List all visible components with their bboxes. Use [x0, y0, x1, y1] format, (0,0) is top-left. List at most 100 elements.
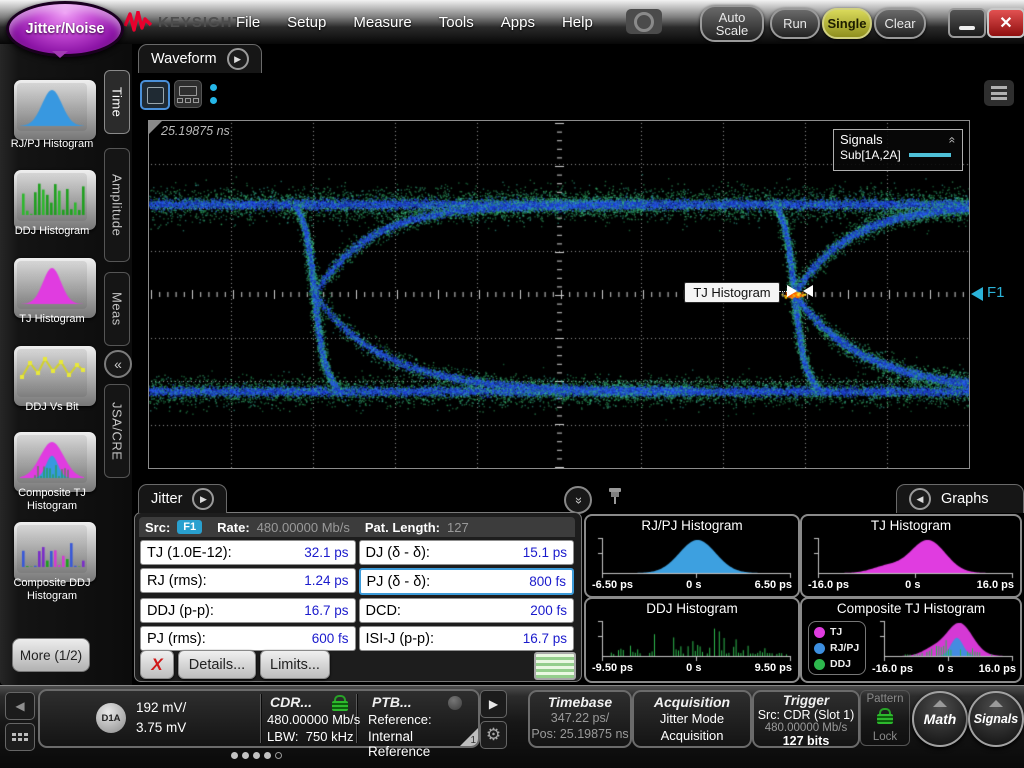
tab-time[interactable]: Time [104, 70, 130, 134]
jitter-play-icon[interactable]: ▶ [192, 488, 214, 510]
graph-tj-histogram[interactable]: TJ Histogram -16.0 ps0 s16.0 ps [800, 514, 1022, 598]
measurement-cell-dcd[interactable]: DCD:200 fs [359, 598, 575, 623]
rate-label: Rate: [217, 520, 250, 535]
tab-meas[interactable]: Meas [104, 272, 130, 346]
keysight-spark-icon [124, 11, 152, 33]
sidebar-item-ddj-vs-bit[interactable] [14, 346, 96, 406]
composite-tj-histogram-icon [17, 435, 87, 483]
measurement-cell-rj[interactable]: RJ (rms):1.24 ps [140, 568, 356, 593]
eye-diagram-canvas[interactable] [149, 121, 969, 468]
measurement-cell-isij[interactable]: ISI-J (p-p):16.7 ps [359, 626, 575, 651]
brand-logo: KEYSIGHT [124, 0, 243, 44]
measurement-cell-pj-dd[interactable]: PJ (δ - δ):800 fs [359, 568, 575, 595]
channel-d1a-badge[interactable]: D1A [96, 703, 126, 733]
eye-diagram-plot[interactable]: 25.19875 ns Signals « Sub[1A,2A] TJ Hist… [148, 120, 970, 469]
tab-jitter[interactable]: Jitter ▶ [138, 484, 227, 513]
view-options-dot-icon[interactable] [210, 97, 217, 104]
graph-axis-labels: -16.0 ps0 s16.0 ps [808, 579, 1014, 591]
f1-marker-icon[interactable] [971, 287, 983, 301]
sidebar-collapse-icon[interactable]: « [104, 350, 132, 378]
minimize-button[interactable] [948, 8, 986, 38]
waveform-play-icon[interactable]: ▶ [227, 48, 249, 70]
tab-jsa-cre[interactable]: JSA/CRE [104, 384, 130, 478]
measurement-cell-tj[interactable]: TJ (1.0E-12):32.1 ps [140, 540, 356, 565]
run-button[interactable]: Run [770, 8, 820, 39]
graph-title: DDJ Histogram [586, 601, 798, 616]
channel-scale[interactable]: 192 mV/ [136, 700, 186, 715]
app-mode-dropdown-icon[interactable] [52, 51, 68, 58]
sidebar-item-label: TJ Histogram [0, 313, 104, 326]
math-button[interactable]: Math [912, 691, 968, 747]
panel-page-dots[interactable] [231, 752, 282, 759]
measurement-cell-ddj[interactable]: DDJ (p-p):16.7 ps [140, 598, 356, 623]
tab-amplitude[interactable]: Amplitude [104, 148, 130, 262]
signals-button[interactable]: Signals [968, 691, 1024, 747]
menu-measure[interactable]: Measure [353, 14, 411, 31]
panel-grid-button[interactable] [5, 723, 35, 751]
timebase-scale: 347.22 ps/ [530, 711, 630, 725]
close-measurement-button[interactable]: X [140, 650, 174, 679]
app-mode-button[interactable]: Jitter/Noise [6, 1, 124, 57]
tj-histogram-marker-label[interactable]: TJ Histogram [684, 282, 780, 303]
ddj-histogram-icon [17, 173, 87, 221]
jitter-source-row: Src: F1 Rate: 480.00000 Mb/s Pat. Length… [139, 517, 575, 537]
menu-help[interactable]: Help [562, 14, 593, 31]
limits-button[interactable]: Limits... [260, 650, 330, 679]
single-button[interactable]: Single [822, 8, 872, 39]
graphs-play-icon[interactable]: ◀ [909, 488, 931, 510]
details-button[interactable]: Details... [178, 650, 256, 679]
sidebar-item-composite-ddj-histogram[interactable] [14, 522, 96, 582]
timebase-panel[interactable]: Timebase 347.22 ps/ Pos: 25.19875 ns [528, 690, 632, 748]
camera-icon[interactable] [626, 9, 662, 34]
cdr-lbw: LBW: 750 kHz [267, 729, 354, 744]
measurement-cell-pj-rms[interactable]: PJ (rms):600 fs [140, 626, 356, 651]
clear-button[interactable]: Clear [874, 8, 926, 39]
acquisition-panel[interactable]: Acquisition Jitter Mode Acquisition [632, 690, 752, 748]
close-button[interactable]: ✕ [987, 8, 1024, 38]
menu-setup[interactable]: Setup [287, 14, 326, 31]
menu-file[interactable]: File [236, 14, 260, 31]
sidebar-item-rjpj-histogram[interactable] [14, 80, 96, 140]
inactive-page-dot [275, 752, 282, 759]
pin-icon[interactable] [608, 488, 622, 504]
signals-legend-box[interactable]: Signals « Sub[1A,2A] [833, 129, 963, 171]
tj-histogram-icon [17, 261, 87, 309]
trigger-panel[interactable]: Trigger Src: CDR (Slot 1) 480.00000 Mb/s… [752, 690, 860, 748]
timebase-position: Pos: 25.19875 ns [530, 727, 630, 741]
sidebar-item-composite-tj-histogram[interactable] [14, 432, 96, 492]
single-view-button[interactable] [140, 80, 170, 110]
more-button[interactable]: More (1/2) [12, 638, 90, 672]
f1-marker-label: F1 [987, 284, 1005, 301]
collapse-chevron-icon[interactable]: « [946, 136, 960, 143]
result-list-icon[interactable] [534, 652, 576, 680]
pattern-length-value: 127 [447, 520, 469, 535]
lock-label: Lock [861, 731, 909, 743]
menu-tools[interactable]: Tools [439, 14, 474, 31]
scroll-left-button[interactable]: ◀ [5, 692, 35, 720]
ptb-panel-title[interactable]: PTB... [372, 694, 412, 710]
signals-label: Signals [974, 712, 1018, 726]
marker-arrow-left-icon [803, 285, 813, 297]
graph-ddj-histogram[interactable]: DDJ Histogram -9.50 ps0 s9.50 ps [584, 597, 800, 683]
measurement-cell-dj[interactable]: DJ (δ - δ):15.1 ps [359, 540, 575, 565]
cdr-panel-title[interactable]: CDR... [270, 694, 312, 710]
sidebar-item-ddj-histogram[interactable] [14, 170, 96, 230]
view-options-dot-icon[interactable] [210, 84, 217, 91]
split-view-button[interactable] [174, 80, 202, 108]
src-f1-badge[interactable]: F1 [177, 520, 202, 534]
tab-graphs[interactable]: ◀ Graphs [896, 484, 1024, 513]
sidebar-item-tj-histogram[interactable] [14, 258, 96, 318]
menu-apps[interactable]: Apps [501, 14, 535, 31]
timebase-title: Timebase [530, 694, 630, 710]
scroll-right-button[interactable]: ▶ [480, 690, 507, 718]
auto-scale-button[interactable]: Auto Scale [700, 5, 764, 42]
app-mode-label: Jitter/Noise [26, 21, 105, 37]
tab-waveform[interactable]: Waveform ▶ [138, 44, 262, 73]
waveform-menu-button[interactable] [984, 80, 1014, 106]
panel-collapse-button[interactable]: « [564, 486, 592, 514]
graph-composite-tj-histogram[interactable]: Composite TJ Histogram TJ RJ/PJ DDJ -16.… [800, 597, 1022, 683]
settings-gear-icon[interactable]: ⚙ [480, 721, 507, 749]
graph-rjpj-histogram[interactable]: RJ/PJ Histogram -6.50 ps0 s6.50 ps [584, 514, 800, 598]
acquisition-mode: Jitter Mode [634, 711, 750, 726]
channel-offset[interactable]: 3.75 mV [136, 720, 186, 735]
